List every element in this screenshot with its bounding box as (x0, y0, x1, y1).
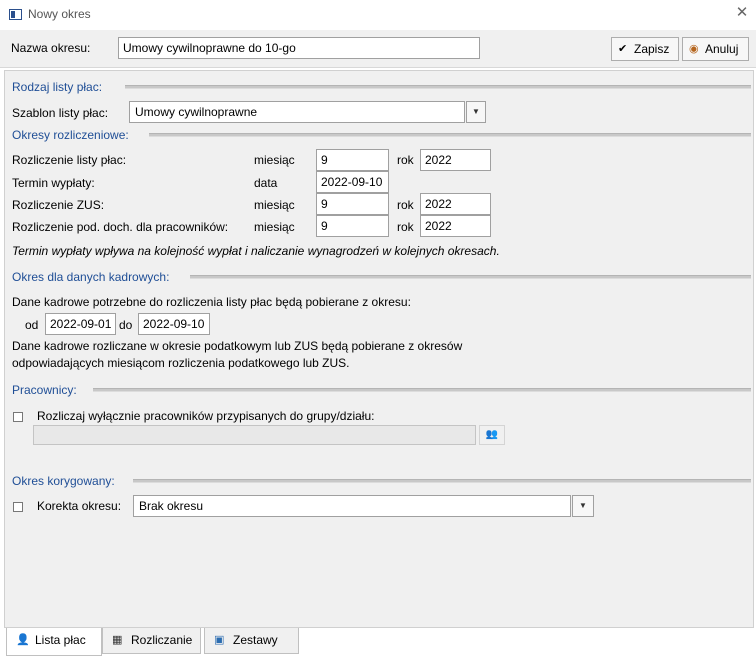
template-dropdown-arrow[interactable]: ▼ (466, 101, 486, 123)
year-label: rok (397, 153, 414, 167)
zus-year-input[interactable]: 2022 (420, 193, 491, 215)
person-icon: 👤 (16, 634, 30, 646)
cancel-button[interactable]: ◉ Anuluj (682, 37, 749, 61)
section-title-rodzaj: Rodzaj listy płac: (12, 80, 103, 94)
payment-date-input[interactable]: 2022-09-10 (316, 171, 389, 193)
row-label: Rozliczenie ZUS: (12, 198, 105, 212)
save-button[interactable]: ✔ Zapisz (611, 37, 679, 61)
tab-bar: 👤 Lista płac ▦ Rozliczanie ▣ Zestawy (0, 628, 756, 657)
section-divider (149, 133, 751, 137)
save-label: Zapisz (634, 42, 670, 56)
payment-note: Termin wypłaty wpływa na kolejność wypła… (12, 244, 500, 258)
correction-checkbox[interactable] (13, 502, 23, 512)
zus-month-input[interactable]: 9 (316, 193, 389, 215)
group-picker-button: 👥 (479, 425, 505, 445)
correction-value: Brak okresu (139, 499, 204, 513)
title-bar: Nowy okres ✕ (0, 0, 756, 30)
payroll-year-input[interactable]: 2022 (420, 149, 491, 171)
from-date-input[interactable]: 2022-09-01 (45, 313, 116, 335)
correction-dropdown-arrow[interactable]: ▼ (572, 495, 594, 517)
tab-rozliczanie[interactable]: ▦ Rozliczanie (102, 628, 201, 654)
template-label: Szablon listy płac: (12, 106, 109, 120)
check-icon: ✔ (618, 43, 628, 55)
row-label: Rozliczenie pod. doch. dla pracowników: (12, 220, 229, 234)
date-label: data (254, 176, 278, 190)
section-title-okresy: Okresy rozliczeniowe: (12, 128, 129, 142)
kadrowe-note-line1: Dane kadrowe rozliczane w okresie podatk… (12, 339, 463, 353)
correction-dropdown[interactable]: Brak okresu (133, 495, 571, 517)
cancel-label: Anuluj (705, 42, 739, 56)
name-input[interactable]: Umowy cywilnoprawne do 10-go (118, 37, 480, 59)
window-icon (9, 9, 22, 20)
month-label: miesiąc (254, 153, 295, 167)
calculator-icon: ▦ (112, 634, 123, 646)
month-label: miesiąc (254, 220, 295, 234)
year-label: rok (397, 198, 414, 212)
row-label: Rozliczenie listy płac: (12, 153, 127, 167)
tab-label: Zestawy (233, 633, 278, 647)
kadrowe-note-line2: odpowiadających miesiącom rozliczenia po… (12, 356, 350, 370)
section-title-korygowany: Okres korygowany: (12, 474, 115, 488)
correction-label: Korekta okresu: (37, 499, 122, 513)
tab-lista-plac[interactable]: 👤 Lista płac (6, 628, 102, 656)
close-icon[interactable]: ✕ (734, 5, 750, 21)
section-divider (125, 85, 751, 89)
group-filter-checkbox[interactable] (13, 412, 23, 422)
kadrowe-intro: Dane kadrowe potrzebne do rozliczenia li… (12, 295, 411, 309)
group-filter-label: Rozliczaj wyłącznie pracowników przypisa… (37, 409, 375, 423)
section-divider (190, 275, 751, 279)
from-label: od (25, 318, 39, 332)
name-label: Nazwa okresu: (11, 41, 91, 55)
group-field (33, 425, 476, 445)
set-icon: ▣ (214, 634, 225, 646)
tab-zestawy[interactable]: ▣ Zestawy (204, 628, 299, 654)
template-dropdown[interactable]: Umowy cywilnoprawne (129, 101, 465, 123)
tax-year-input[interactable]: 2022 (420, 215, 491, 237)
header: Nazwa okresu: Umowy cywilnoprawne do 10-… (0, 30, 756, 68)
to-label: do (119, 318, 133, 332)
year-label: rok (397, 220, 414, 234)
tab-label: Rozliczanie (131, 633, 193, 647)
section-divider (93, 388, 751, 392)
cancel-icon: ◉ (689, 43, 699, 55)
users-icon: 👥 (485, 429, 499, 440)
tab-label: Lista płac (35, 633, 86, 647)
section-title-pracownicy: Pracownicy: (12, 383, 77, 397)
section-divider (133, 479, 751, 483)
to-date-input[interactable]: 2022-09-10 (138, 313, 210, 335)
main-panel: Rodzaj listy płac: Szablon listy płac: U… (4, 70, 754, 628)
section-title-kadrowe: Okres dla danych kadrowych: (12, 270, 170, 284)
window-title: Nowy okres (28, 7, 91, 21)
month-label: miesiąc (254, 198, 295, 212)
template-value: Umowy cywilnoprawne (135, 105, 258, 119)
tax-month-input[interactable]: 9 (316, 215, 389, 237)
payroll-month-input[interactable]: 9 (316, 149, 389, 171)
row-label: Termin wypłaty: (12, 176, 95, 190)
